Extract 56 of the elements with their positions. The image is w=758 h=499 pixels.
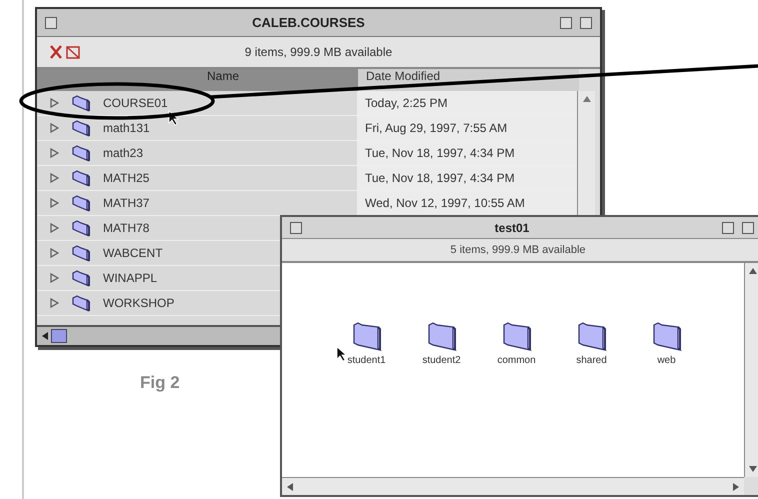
folder-icon [71,244,91,262]
zoom-box[interactable] [722,222,734,234]
figure-caption: Fig 2 [140,372,180,394]
folder-icon [652,321,682,351]
folder-icon [426,321,456,351]
folder-icon [71,194,91,212]
folder-label[interactable]: web [657,353,676,368]
close-box[interactable] [290,222,302,234]
folder-name[interactable]: WINAPPL [103,269,158,287]
left-arrow-icon [286,482,294,492]
date-modified: Wed, Nov 12, 1997, 10:55 AM [365,195,525,212]
scroll-thumb[interactable] [51,329,67,343]
date-modified: Tue, Nov 18, 1997, 4:34 PM [365,170,515,187]
folder-name[interactable]: math131 [103,119,150,137]
folder-name[interactable]: MATH25 [103,169,150,187]
folder-icon [71,169,91,187]
folder-icon [71,144,91,162]
folder-icon [502,321,532,351]
folder-label[interactable]: student2 [422,353,461,368]
left-arrow-icon [41,331,49,341]
date-modified: Tue, Nov 18, 1997, 4:34 PM [365,145,515,162]
up-arrow-icon [582,95,592,103]
date-modified: Fri, Aug 29, 1997, 7:55 AM [365,120,508,137]
scroll-bar[interactable] [744,263,758,477]
folder-name[interactable]: MATH37 [103,194,150,212]
window-title: test01 [494,220,530,236]
item-count: 5 items, 999.9 MB available [282,239,758,263]
mouse-pointer-icon [168,110,179,126]
folder-icon [71,294,91,312]
folder-name[interactable]: COURSE01 [103,94,168,112]
folder-icon [576,321,606,351]
folder-icon [71,219,91,237]
folder-icon [352,321,382,351]
date-modified: Today, 2:25 PM [365,95,448,112]
collapse-box[interactable] [580,16,592,28]
folder-label[interactable]: student1 [347,353,386,368]
folder-label[interactable]: common [497,353,536,368]
item-count: 9 items, 999.9 MB available [244,44,394,61]
folder-name[interactable]: MATH78 [103,219,150,237]
folder-name[interactable]: WORKSHOP [103,294,174,312]
zoom-box[interactable] [560,16,572,28]
close-box[interactable] [45,16,57,28]
collapse-box[interactable] [742,222,754,234]
mouse-pointer-icon [336,346,347,362]
down-arrow-icon [748,465,758,473]
folder-icon [71,119,91,137]
folder-name[interactable]: WABCENT [103,244,163,262]
right-arrow-icon [732,482,740,492]
folder-label[interactable]: shared [576,353,607,368]
folder-name[interactable]: math23 [103,144,144,162]
column-header[interactable]: Name [37,69,357,91]
folder-icon [71,94,91,112]
window-title: CALEB.COURSES [251,14,366,32]
folder-icon [71,269,91,287]
scroll-bar[interactable] [282,477,744,495]
up-arrow-icon [748,267,758,275]
